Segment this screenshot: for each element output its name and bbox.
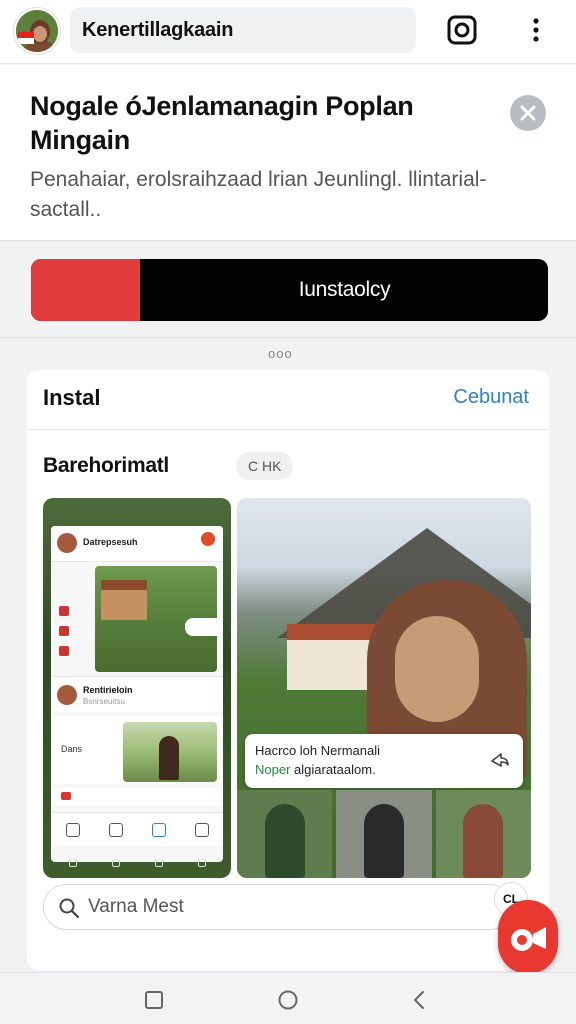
card-link[interactable]: Cebunat bbox=[453, 386, 529, 409]
caption-line-1: Hacrco loh Nermanali bbox=[255, 743, 380, 758]
comment-bubble bbox=[185, 618, 223, 636]
card-header: Instal Cebunat bbox=[27, 370, 549, 430]
phone-post3: Dans bbox=[51, 716, 223, 784]
more-vert-icon[interactable] bbox=[520, 14, 552, 46]
search-input[interactable]: Varna Mest bbox=[43, 884, 513, 930]
chip[interactable]: C HK bbox=[236, 452, 294, 480]
phone-post-header: Datrepsesuh bbox=[51, 526, 223, 562]
caption-line-2: Noper algiarataalom. bbox=[255, 762, 376, 777]
search-placeholder: Varna Mest bbox=[88, 896, 184, 917]
phone-avatar-2 bbox=[57, 685, 77, 705]
phone-post-photo bbox=[95, 566, 223, 672]
install-card: Instal Cebunat Barehorimatl C HK Datreps… bbox=[27, 370, 549, 970]
phone-screen: Datrepsesuh Rentirieloin Bsnrseuitsu Dan… bbox=[51, 526, 223, 862]
phone-post3-photo bbox=[123, 722, 217, 782]
thumbnail[interactable] bbox=[435, 790, 531, 878]
tab-icon bbox=[151, 822, 166, 837]
card-title: Instal bbox=[43, 385, 101, 410]
progress-fill bbox=[31, 259, 140, 321]
close-icon bbox=[520, 105, 536, 121]
divider bbox=[0, 337, 576, 338]
drag-handle-dots-icon[interactable]: ooo bbox=[268, 346, 293, 361]
promo-banner: Nogale óJenlamanagin Poplan Mingain Pena… bbox=[0, 65, 576, 241]
caption-rest: algiarataalom. bbox=[290, 762, 376, 777]
phone-screenshot[interactable]: Datrepsesuh Rentirieloin Bsnrseuitsu Dan… bbox=[43, 498, 231, 878]
section-title: Barehorimatl bbox=[43, 454, 169, 477]
search-icon bbox=[59, 898, 80, 919]
person-image bbox=[159, 736, 179, 780]
photo-caption: Hacrco loh Nermanali Noper algiarataalom… bbox=[245, 734, 523, 788]
install-action-button[interactable]: Iunstaolcy bbox=[31, 259, 548, 321]
phone-post2-title: Rentirieloin bbox=[83, 685, 133, 695]
back-arrow-icon[interactable] bbox=[409, 989, 431, 1011]
caption-highlight: Noper bbox=[255, 762, 291, 777]
thumbnail[interactable] bbox=[336, 790, 432, 878]
phone-post-title: Datrepsesuh bbox=[83, 537, 138, 547]
recent-apps-icon[interactable] bbox=[143, 989, 165, 1011]
heart-icon bbox=[108, 822, 123, 837]
community-photo[interactable]: Hacrco loh Nermanali Noper algiarataalom… bbox=[237, 498, 531, 878]
phone-row bbox=[51, 788, 223, 806]
phone-post3-label: Dans bbox=[61, 744, 83, 754]
instagram-icon[interactable] bbox=[446, 14, 478, 46]
house-image bbox=[101, 580, 147, 620]
phone-post2-header: Rentirieloin Bsnrseuitsu bbox=[51, 676, 223, 712]
profile-icon bbox=[194, 822, 209, 837]
phone-post2-sub: Bsnrseuitsu bbox=[83, 697, 125, 706]
photo-thumbnails bbox=[237, 790, 531, 878]
install-action-label: Iunstaolcy bbox=[298, 278, 391, 301]
house-image bbox=[287, 624, 377, 690]
home-circle-icon[interactable] bbox=[277, 989, 299, 1011]
close-button[interactable] bbox=[510, 95, 546, 131]
banner-title: Nogale óJenlamanagin Poplan Mingain bbox=[30, 91, 414, 155]
top-app-bar: Kenertillagkaain bbox=[0, 0, 576, 64]
banner-description: Penahaiar, erolsraihzaad lrian Jeunlingl… bbox=[30, 168, 487, 221]
phone-system-nav bbox=[51, 854, 223, 872]
share-icon[interactable] bbox=[489, 750, 511, 772]
flag-icon bbox=[18, 32, 34, 44]
home-icon bbox=[65, 822, 80, 837]
phone-avatar bbox=[57, 533, 77, 553]
face-image bbox=[395, 616, 479, 722]
profile-avatar[interactable] bbox=[14, 8, 60, 54]
video-camera-icon bbox=[511, 927, 546, 951]
camera-fab[interactable] bbox=[498, 900, 558, 974]
app-title[interactable]: Kenertillagkaain bbox=[70, 7, 416, 53]
notification-badge bbox=[201, 532, 215, 546]
system-navigation-bar bbox=[0, 972, 576, 1024]
thumbnail[interactable] bbox=[237, 790, 333, 878]
phone-bottom-nav bbox=[51, 812, 223, 846]
